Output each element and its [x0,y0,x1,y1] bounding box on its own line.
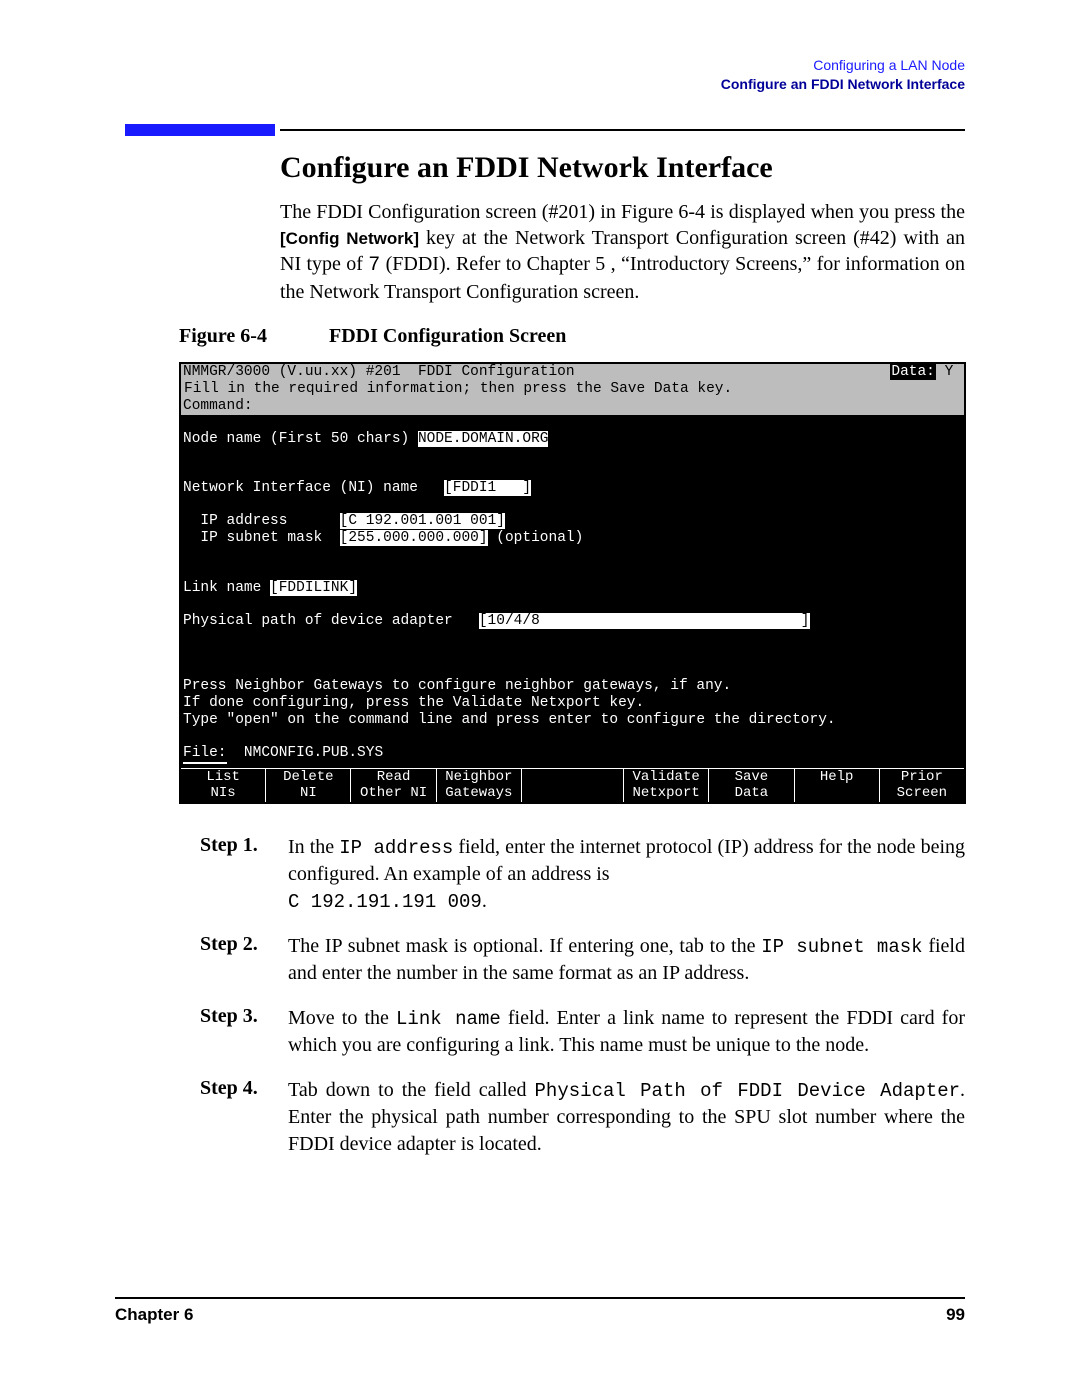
step-label: Step 3. [200,1005,288,1059]
ip-address-field[interactable]: IP address [C 192.001.001 001] [181,513,964,530]
step-body: In the IP address field, enter the inter… [288,834,965,915]
step-label: Step 1. [200,834,288,915]
figure-caption: Figure 6-4FDDI Configuration Screen [179,325,965,348]
step-item: Step 2.The IP subnet mask is optional. I… [200,933,965,987]
fkey-save-data[interactable]: SaveData [709,769,794,802]
terminal-titlebar: NMMGR/3000 (V.uu.xx) #201 FDDI Configura… [181,364,964,381]
page-header: Configuring a LAN Node Configure an FDDI… [115,56,965,94]
hint-line-3: Type "open" on the command line and pres… [181,712,964,729]
section-rule [280,129,965,131]
link-name-field[interactable]: Link name [FDDILINK] [181,580,964,597]
step-label: Step 4. [200,1077,288,1157]
figure-number: Figure 6-4 [179,325,329,348]
node-name-field[interactable]: Node name (First 50 chars) NODE.DOMAIN.O… [181,431,964,448]
intro-paragraph: The FDDI Configuration screen (#201) in … [280,199,965,305]
ni-name-field[interactable]: Network Interface (NI) name [FDDI1 ] [181,480,964,497]
page-title: Configure an FDDI Network Interface [280,151,965,185]
step-item: Step 1.In the IP address field, enter th… [200,834,965,915]
hint-line-1: Press Neighbor Gateways to configure nei… [181,678,964,695]
step-body: Move to the Link name field. Enter a lin… [288,1005,965,1059]
fkey-gap [522,769,624,802]
fkey-prior-screen[interactable]: PriorScreen [880,769,964,802]
fkey-validate-netxport[interactable]: ValidateNetxport [624,769,709,802]
ip-subnet-mask-field[interactable]: IP subnet mask [255.000.000.000] (option… [181,530,964,547]
fkey-help[interactable]: Help [795,769,880,802]
config-network-key: [Config Network] [280,229,419,248]
footer-chapter: Chapter 6 [115,1305,193,1325]
steps-list: Step 1.In the IP address field, enter th… [200,834,965,1157]
terminal-instruction: Fill in the required information; then p… [181,381,964,398]
command-line[interactable]: Command: [181,398,964,415]
function-key-row: ListNIs DeleteNI ReadOther NI NeighborGa… [181,768,964,802]
fkey-neighbor-gateways[interactable]: NeighborGateways [437,769,522,802]
header-chapter: Configuring a LAN Node [115,56,965,75]
step-label: Step 2. [200,933,288,987]
page-footer: Chapter 6 99 [115,1297,965,1325]
hint-line-2: If done configuring, press the Validate … [181,695,964,712]
step-body: The IP subnet mask is optional. If enter… [288,933,965,987]
step-item: Step 3.Move to the Link name field. Ente… [200,1005,965,1059]
file-line: File: NMCONFIG.PUB.SYS [181,745,964,764]
fkey-delete-ni[interactable]: DeleteNI [266,769,351,802]
physical-path-field[interactable]: Physical path of device adapter [10/4/8 … [181,613,964,630]
section-accent-bar [125,124,275,136]
step-item: Step 4.Tab down to the field called Phys… [200,1077,965,1157]
fkey-list-nis[interactable]: ListNIs [181,769,266,802]
step-body: Tab down to the field called Physical Pa… [288,1077,965,1157]
figure-title: FDDI Configuration Screen [329,325,566,347]
header-section: Configure an FDDI Network Interface [115,75,965,94]
terminal-screenshot: NMMGR/3000 (V.uu.xx) #201 FDDI Configura… [179,362,966,804]
footer-page-number: 99 [946,1305,965,1325]
fkey-read-other-ni[interactable]: ReadOther NI [351,769,436,802]
